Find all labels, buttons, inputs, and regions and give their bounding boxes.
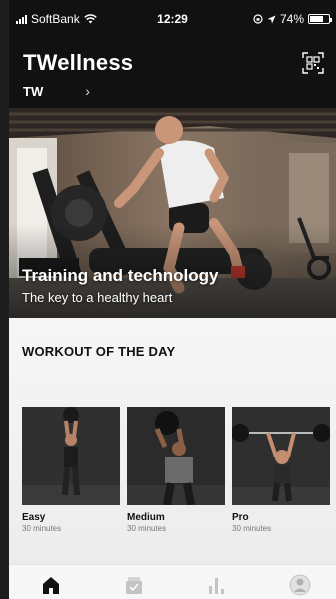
location-icon (267, 15, 276, 23)
hero-banner[interactable]: Training and technology The key to a hea… (9, 108, 336, 318)
workout-image (22, 407, 120, 505)
profile-icon[interactable] (289, 574, 311, 596)
workout-level: Easy (22, 512, 46, 523)
screen-edge (0, 0, 9, 599)
workout-image (232, 407, 330, 505)
home-icon[interactable] (40, 574, 62, 596)
workout-level: Medium (127, 512, 165, 523)
hero-subtitle: The key to a healthy heart (22, 290, 173, 305)
battery-level (310, 16, 324, 22)
app-title: TWellness (23, 50, 134, 75)
hero-title: Training and technology (22, 266, 219, 285)
status-bar: SoftBank 12:29 74% (9, 0, 336, 36)
workout-image (127, 407, 225, 505)
workout-duration: 30 minutes (127, 524, 167, 533)
stats-icon[interactable] (206, 574, 228, 596)
workout-card-medium[interactable]: Medium 30 minutes (127, 407, 225, 533)
workout-card-easy[interactable]: Easy 30 minutes (22, 407, 120, 533)
training-icon[interactable] (123, 574, 145, 596)
rotation-lock-icon (253, 14, 263, 24)
chevron-right-icon: › (85, 83, 90, 99)
workout-cards: Easy 30 minutes Medium 30 minutes Pro 30… (22, 407, 330, 533)
app-header: TWellness TW › (9, 36, 336, 108)
workout-duration: 30 minutes (232, 524, 272, 533)
battery-icon (308, 14, 332, 24)
workout-card-pro[interactable]: Pro 30 minutes (232, 407, 330, 533)
facility-name: TW (23, 83, 44, 99)
workout-section: WORKOUT OF THE DAY Easy 30 minutes Mediu… (9, 318, 336, 564)
app-screen: SoftBank 12:29 74% TWellness TW › Traini… (0, 0, 336, 599)
tab-bar (9, 564, 336, 599)
section-title: WORKOUT OF THE DAY (22, 344, 176, 359)
hero-image (9, 108, 336, 318)
qr-scan-icon[interactable] (302, 52, 324, 74)
workout-level: Pro (232, 512, 249, 523)
workout-duration: 30 minutes (22, 524, 62, 533)
battery-percent: 74% (279, 12, 304, 26)
facility-selector[interactable]: TW › (23, 83, 90, 99)
